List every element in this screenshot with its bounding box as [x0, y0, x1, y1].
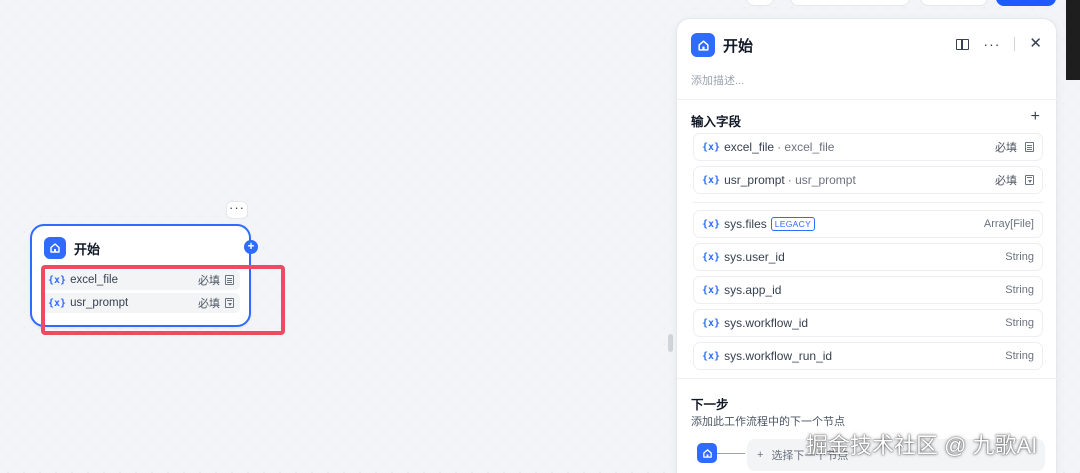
input-field-row[interactable]: {x} excel_file · excel_file 必填: [693, 133, 1043, 161]
system-field-row: {x} sys.workflow_run_id String: [693, 342, 1043, 370]
document-icon: [1025, 142, 1034, 152]
publish-button[interactable]: [996, 0, 1056, 6]
field-name: sys.workflow_id: [724, 316, 809, 330]
required-label: 必填: [995, 175, 1017, 187]
field-type: String: [1005, 251, 1034, 263]
next-step-subtitle: 添加此工作流程中的下一个节点: [691, 416, 845, 428]
system-field-row: {x} sys.user_id String: [693, 243, 1043, 271]
node-more-button[interactable]: ···: [226, 201, 248, 219]
home-icon: [697, 443, 717, 463]
input-section-title: 输入字段: [691, 115, 742, 129]
field-type: String: [1005, 284, 1034, 296]
field-type: String: [1005, 317, 1034, 329]
system-field-row: {x} sys.workflow_id String: [693, 309, 1043, 337]
add-next-node-button[interactable]: +: [244, 240, 258, 254]
home-icon: [691, 33, 715, 57]
variable-icon: {x}: [702, 218, 721, 230]
toolbar-button[interactable]: [790, 0, 910, 6]
node-title: 开始: [74, 241, 101, 257]
home-icon: [44, 237, 66, 259]
field-name: usr_prompt: [724, 173, 785, 187]
system-field-row: {x} sys.files LEGACY Array[File]: [693, 210, 1043, 238]
field-name: excel_file: [724, 140, 775, 154]
variable-icon: {x}: [702, 284, 721, 296]
divider: [677, 99, 1058, 100]
field-type: String: [1005, 350, 1034, 362]
add-field-button[interactable]: +: [1031, 109, 1040, 125]
node-config-panel: 开始 ··· ✕ 添加描述... 输入字段 + {x} excel_file ·…: [676, 18, 1058, 473]
description-input[interactable]: 添加描述...: [691, 72, 744, 88]
book-icon[interactable]: [956, 38, 970, 50]
variable-icon: {x}: [702, 141, 721, 153]
variable-icon: {x}: [702, 350, 721, 362]
field-name: sys.user_id: [724, 250, 785, 264]
panel-title[interactable]: 开始: [723, 35, 753, 56]
more-icon[interactable]: ···: [983, 37, 1000, 51]
variable-icon: {x}: [702, 251, 721, 263]
required-label: 必填: [995, 142, 1017, 154]
plus-icon: +: [757, 449, 764, 461]
legacy-badge: LEGACY: [770, 217, 816, 231]
field-name: sys.app_id: [724, 283, 782, 297]
system-field-row: {x} sys.app_id String: [693, 276, 1043, 304]
highlight-annotation: [41, 265, 285, 335]
next-step-title: 下一步: [691, 398, 729, 412]
panel-resize-handle[interactable]: [668, 334, 673, 352]
variable-icon: {x}: [702, 174, 721, 186]
field-type: Array[File]: [983, 218, 1034, 230]
field-alias: · usr_prompt: [787, 173, 856, 187]
divider: [693, 202, 1043, 203]
divider: [1014, 37, 1016, 51]
select-icon: [1025, 175, 1034, 185]
variable-icon: {x}: [702, 317, 721, 329]
close-icon[interactable]: ✕: [1029, 36, 1042, 51]
toolbar-button[interactable]: [920, 0, 988, 6]
input-field-row[interactable]: {x} usr_prompt · usr_prompt 必填: [693, 166, 1043, 194]
divider: [677, 378, 1058, 379]
watermark: 掘金技术社区 @ 九歌AI: [806, 433, 1038, 458]
connector-line: [717, 453, 745, 454]
window-edge: [1066, 0, 1080, 80]
field-name: sys.files: [724, 217, 767, 231]
field-alias: · excel_file: [777, 140, 835, 154]
field-name: sys.workflow_run_id: [724, 349, 833, 363]
